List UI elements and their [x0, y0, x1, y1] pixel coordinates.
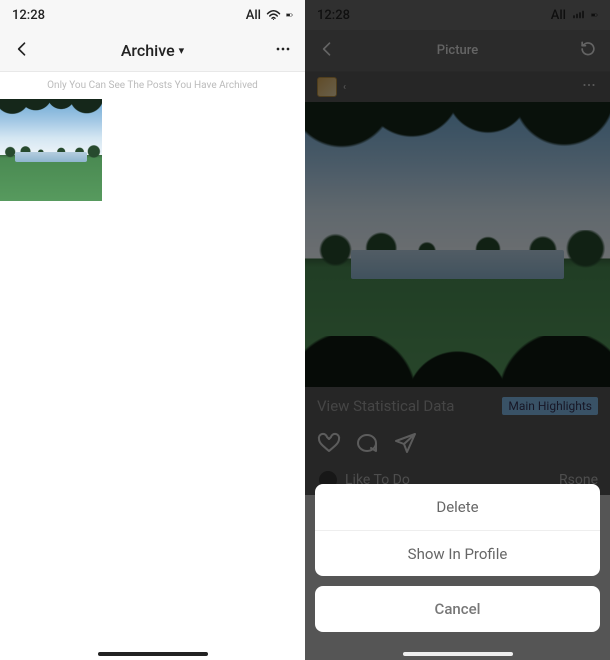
status-text: All: [246, 8, 261, 23]
heart-icon: [317, 431, 341, 455]
post-author-avatar[interactable]: [317, 77, 337, 97]
picture-screen: 12:28 All Picture ‹: [305, 0, 610, 660]
status-right: All: [246, 8, 293, 23]
post-subheader: ‹: [305, 72, 610, 102]
archive-title: Archive: [121, 41, 175, 60]
home-indicator-right[interactable]: [403, 652, 513, 656]
picture-body: 12:28 All Picture ‹: [305, 0, 610, 495]
view-stats-link[interactable]: View Statistical Data: [317, 397, 454, 415]
archive-hint: Only You Can See The Posts You Have Arch…: [0, 72, 305, 99]
back-button[interactable]: [12, 39, 32, 63]
status-right: All: [551, 8, 598, 23]
archive-screen: 12:28 All Archive ▾ Only You Can See The…: [0, 0, 305, 660]
delete-button[interactable]: Delete: [315, 484, 600, 530]
chevron-left-icon: [317, 39, 337, 59]
home-indicator-left[interactable]: [98, 652, 208, 656]
picture-title: Picture: [437, 43, 478, 58]
more-icon: [580, 76, 598, 94]
action-sheet-cancel-group: Cancel: [315, 586, 600, 632]
signal-icon: [571, 10, 586, 21]
status-time: 12:28: [317, 8, 350, 23]
status-time: 12:28: [12, 8, 45, 23]
chevron-left-icon: [12, 39, 32, 59]
battery-icon: [591, 9, 598, 21]
picture-header: Picture: [305, 30, 610, 72]
action-sheet-group: Delete Show In Profile: [315, 484, 600, 576]
status-bar-right: 12:28 All: [305, 0, 610, 30]
stats-link-row: View Statistical Data Main Highlights: [305, 387, 610, 425]
archive-title-dropdown[interactable]: Archive ▾: [121, 41, 184, 60]
highlight-chip[interactable]: Main Highlights: [502, 397, 598, 415]
post-action-row: [305, 425, 610, 465]
comment-button[interactable]: [355, 431, 379, 459]
breadcrumb-caret: ‹: [343, 82, 346, 93]
cancel-button[interactable]: Cancel: [315, 586, 600, 632]
wifi-icon: [266, 10, 281, 21]
main-photo[interactable]: [305, 102, 610, 387]
undo-button[interactable]: [578, 39, 598, 63]
status-text: All: [551, 8, 566, 23]
like-button[interactable]: [317, 431, 341, 459]
archive-grid: [0, 99, 305, 201]
back-button[interactable]: [317, 39, 337, 63]
send-icon: [393, 431, 417, 455]
photo-landscape: [0, 99, 102, 201]
more-icon: [273, 39, 293, 59]
action-sheet: Delete Show In Profile Cancel: [315, 484, 600, 642]
share-button[interactable]: [393, 431, 417, 459]
battery-icon: [286, 9, 293, 21]
photo-landscape-full: [305, 102, 610, 387]
undo-icon: [578, 39, 598, 59]
comment-icon: [355, 431, 379, 455]
show-in-profile-button[interactable]: Show In Profile: [315, 530, 600, 576]
chevron-down-icon: ▾: [179, 44, 185, 57]
status-bar-left: 12:28 All: [0, 0, 305, 30]
archived-photo-thumbnail[interactable]: [0, 99, 102, 201]
post-more-button[interactable]: [580, 76, 598, 98]
more-button-left[interactable]: [273, 39, 293, 63]
archive-header: Archive ▾: [0, 30, 305, 72]
